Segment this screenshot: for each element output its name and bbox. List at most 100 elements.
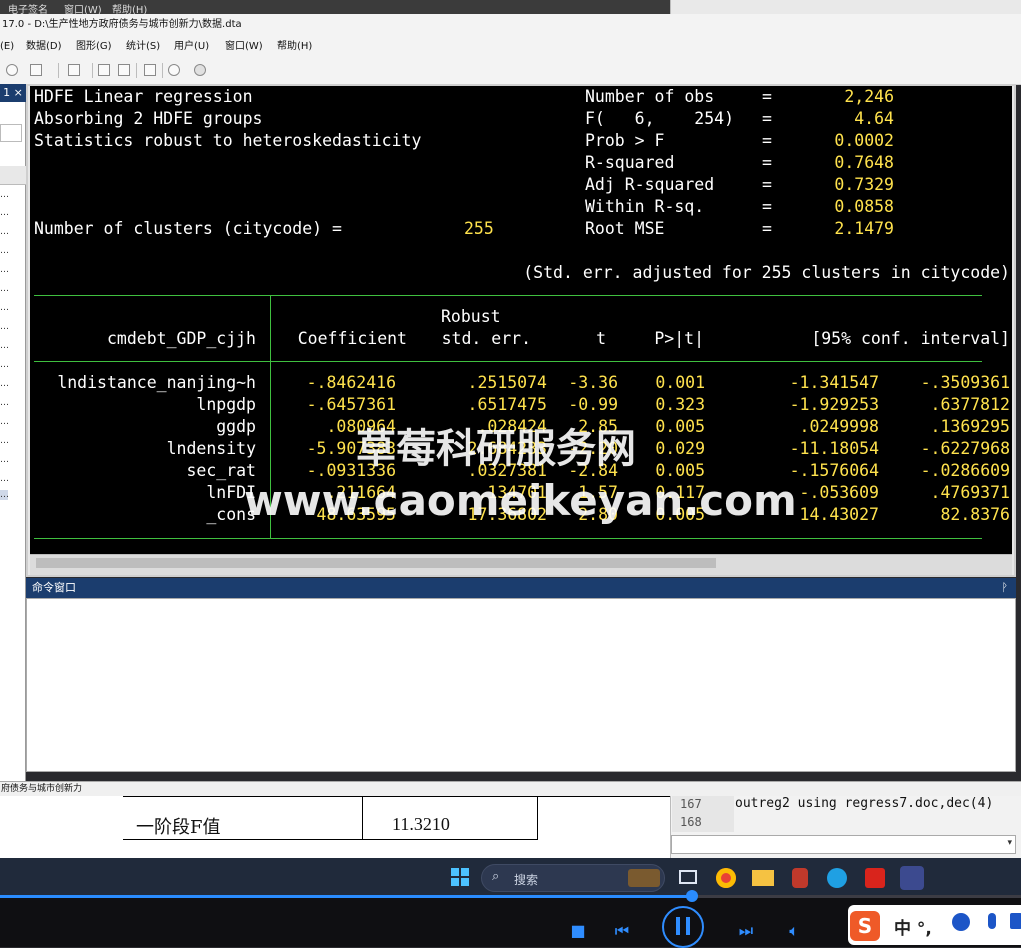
file-explorer-icon[interactable] [752,870,774,886]
line-number: 168 [680,815,702,829]
list-item[interactable]: … [0,208,9,218]
sogou-logo-icon[interactable]: S [850,911,880,941]
status-bar: 府债务与城市创新力 [0,781,1021,796]
start-icon[interactable] [451,868,459,876]
p-cell: 0.323 [655,395,705,414]
doc-label: 一阶段F值 [136,817,221,838]
menu-help[interactable]: 帮助(H) [277,36,312,58]
menu-user[interactable]: 用户(U) [174,36,209,58]
toolbar [0,58,1021,85]
list-item[interactable]: … [0,398,9,408]
p-cell: 0.001 [655,373,705,392]
header-line: Absorbing 2 HDFE groups [34,109,263,128]
variables-panel-close[interactable]: 1 × [0,84,26,102]
ci-high-cell: .1369295 [930,417,1010,436]
list-item[interactable]: … [0,474,9,484]
list-item[interactable]: … [0,436,9,446]
stat-value: 0.0002 [834,131,894,150]
data-browser-icon[interactable] [118,64,130,76]
task-view-icon[interactable] [679,870,697,884]
line-number: 167 [680,797,702,811]
ci-high-cell: -.6227968 [920,439,1010,458]
ci-low-cell: -1.341547 [789,373,879,392]
command-input-area[interactable] [26,598,1016,772]
more-icon[interactable] [168,64,180,76]
stat-equals: = [762,153,772,172]
ime-toolbar: S 中 °, [848,905,1021,945]
menu-statistics[interactable]: 统计(S) [126,36,160,58]
graph-icon[interactable] [30,64,42,76]
list-item[interactable]: … [0,455,9,465]
edge-icon[interactable] [827,868,847,888]
se-cell: .6517475 [467,395,547,414]
list-item[interactable]: … [0,246,9,256]
dofile-dropdown[interactable]: ▾ [671,835,1016,854]
previous-icon[interactable]: ⏮ [612,921,632,941]
list-item[interactable]: … [0,265,9,275]
ci-high-cell: 82.8376 [940,505,1010,524]
list-item[interactable]: … [0,341,9,351]
break-icon[interactable] [194,64,206,76]
background-dofile-title [670,0,1021,14]
table-bottom-rule [34,538,982,539]
scrollbar-thumb[interactable] [36,558,716,568]
stat-label: Adj R-squared [585,175,715,194]
menu-graphics[interactable]: 图形(G) [76,36,112,58]
viewer-icon[interactable] [6,64,18,76]
list-item[interactable]: … [0,417,9,427]
stat-value: 4.64 [854,109,894,128]
stop-icon[interactable]: ■ [570,921,586,941]
list-item[interactable]: … [0,379,9,389]
stat-label: F( 6, 254) [585,109,735,128]
menu-window[interactable]: 窗口(W) [225,36,263,58]
watermark-url: www.caomeikeyan.com [244,476,797,525]
list-item[interactable]: … [0,360,9,370]
doc-table-col-rule [537,796,538,840]
app-icon[interactable] [792,868,808,888]
ci-low-cell: .0249998 [799,417,879,436]
list-item[interactable]: … [0,322,9,332]
stata-app-icon[interactable] [900,866,924,890]
menu-data[interactable]: 数据(D) [26,36,62,58]
menu-edit[interactable]: (E) [0,36,14,58]
data-editor-icon[interactable] [98,64,110,76]
row-name: lndistance_nanjing~h [57,373,256,392]
stat-value: 2.1479 [834,219,894,238]
variables-manager-icon[interactable] [144,64,156,76]
pause-button[interactable] [662,906,704,948]
ci-high-cell: -.0286609 [920,461,1010,480]
stat-equals: = [762,109,772,128]
taskbar-search[interactable]: ⌕ 搜索 [481,864,665,892]
t-cell: -0.99 [568,395,618,414]
list-item[interactable]: … [0,303,9,313]
code-line[interactable]: outreg2 using regress7.doc,dec(4) [735,796,993,811]
col-header: t [596,329,606,348]
col-header: [95% conf. interval] [811,329,1010,348]
stat-label: Within R-sq. [585,197,705,216]
ime-mode-text[interactable]: 中 °, [894,914,932,939]
chrome-icon[interactable] [716,868,736,888]
emoji-icon[interactable] [952,913,970,931]
volume-icon[interactable]: 🔈︎ [784,921,804,941]
filter-input[interactable] [0,124,22,142]
pdf-reader-icon[interactable] [865,868,885,888]
stat-equals: = [762,197,772,216]
list-item[interactable]: … [0,284,9,294]
header-line: Statistics robust to heteroskedasticity [34,131,422,150]
dofile-editor-icon[interactable] [68,64,80,76]
list-item[interactable]: … [0,227,9,237]
list-item[interactable]: … [0,190,9,200]
stat-value: 0.7648 [834,153,894,172]
stat-equals: = [762,219,772,238]
next-icon[interactable]: ⏭ [736,921,756,941]
ci-high-cell: -.3509361 [920,373,1010,392]
microphone-icon[interactable] [988,913,996,929]
more-ime-icon[interactable] [1010,913,1021,929]
col-header: std. err. [441,329,531,348]
list-item-selected[interactable]: … [0,490,9,500]
pin-icon[interactable]: ᚹ [1001,578,1008,598]
ci-low-cell: -1.929253 [789,395,879,414]
stat-equals: = [762,131,772,150]
ci-low-cell: -.053609 [799,483,879,502]
row-name: lndensity [166,439,256,458]
